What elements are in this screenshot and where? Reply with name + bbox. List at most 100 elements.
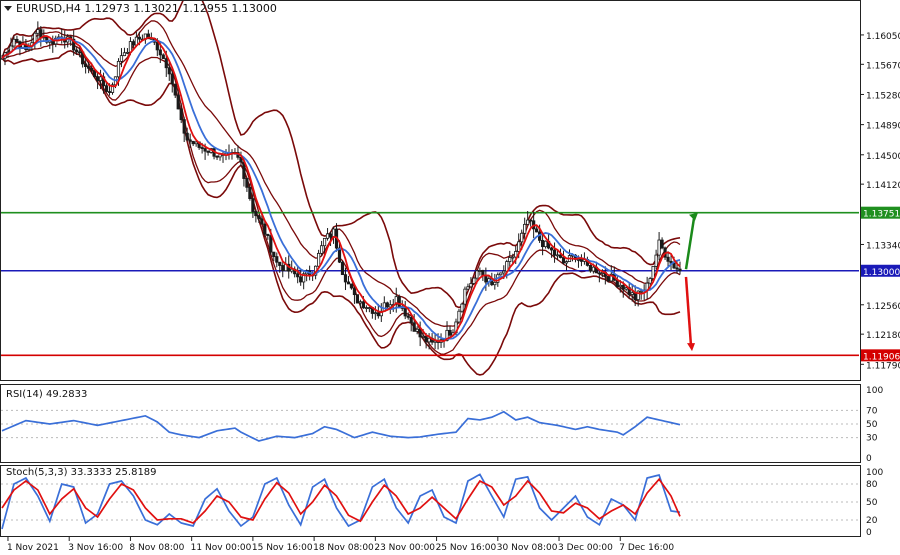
- level-price-label: 1.11906: [863, 352, 900, 362]
- candle-body: [167, 67, 171, 75]
- candle-body: [541, 239, 545, 248]
- candle-body: [185, 132, 189, 141]
- time-tick-label: 30 Nov 08:00: [497, 543, 558, 553]
- candle-body: [278, 261, 282, 266]
- candle-body: [591, 266, 595, 272]
- price-tick-label: 1.14500: [866, 152, 900, 162]
- candle-body: [36, 29, 40, 34]
- candle-body: [200, 147, 204, 149]
- candle-body: [15, 38, 19, 43]
- price-panel-frame: [0, 0, 861, 381]
- candle-body: [325, 233, 330, 239]
- time-tick-label: 3 Dec 00:00: [558, 543, 613, 553]
- candle-body: [648, 278, 652, 284]
- candle-body: [51, 40, 55, 45]
- candle-body: [176, 94, 180, 110]
- price-tick-label: 1.11790: [866, 361, 900, 371]
- candle-body: [263, 223, 267, 235]
- candle-body: [12, 38, 16, 47]
- candle-body: [179, 108, 183, 121]
- candle-body: [552, 249, 557, 256]
- candle-body: [675, 267, 679, 270]
- candle-body: [672, 262, 676, 269]
- candle-body: [472, 277, 476, 284]
- candle-body: [296, 273, 300, 278]
- candle-body: [272, 251, 276, 257]
- candle-body: [125, 51, 130, 54]
- candle-body: [457, 310, 461, 323]
- candle-body: [116, 60, 121, 78]
- candle-body: [624, 287, 628, 290]
- candle-body: [328, 233, 333, 238]
- time-tick-label: 18 Nov 08:00: [313, 543, 374, 553]
- time-tick-label: 3 Nov 16:00: [68, 543, 123, 553]
- candle-body: [78, 51, 82, 54]
- time-tick-label: 7 Dec 16:00: [619, 543, 674, 553]
- candle-body: [248, 186, 252, 200]
- candle-body: [191, 140, 195, 145]
- time-tick-label: 23 Nov 00:00: [374, 543, 435, 553]
- candle-body: [349, 283, 354, 289]
- time-tick-label: 1 Nov 2021: [7, 543, 59, 553]
- candle-body: [660, 239, 664, 249]
- candle-body: [104, 85, 109, 92]
- candle-body: [535, 228, 539, 233]
- candle-body: [406, 315, 410, 318]
- symbol-header: EURUSD,H4 1.12973 1.13021 1.12955 1.1300…: [16, 2, 277, 15]
- candle-body: [257, 215, 261, 220]
- time-tick-label: 11 Nov 00:00: [191, 543, 252, 553]
- candle-body: [618, 284, 622, 288]
- candle-body: [463, 288, 467, 305]
- candle-body: [678, 268, 682, 272]
- stoch-layer-tick-label: 20: [866, 516, 878, 526]
- candle-body: [502, 270, 506, 274]
- candle-body: [555, 254, 560, 257]
- candle-body: [188, 139, 192, 142]
- candle-body: [466, 286, 470, 290]
- price-tick-label: 1.14890: [866, 122, 900, 132]
- candle-body: [529, 219, 533, 222]
- candle-body: [508, 257, 512, 262]
- candle-body: [657, 239, 661, 256]
- candle-body: [299, 276, 303, 283]
- candle-body: [266, 233, 270, 236]
- candle-body: [493, 281, 497, 286]
- candle-body: [358, 301, 363, 304]
- candle-body: [621, 284, 625, 290]
- candle-body: [639, 290, 643, 293]
- candle-body: [131, 41, 136, 46]
- time-tick-label: 8 Nov 08:00: [129, 543, 184, 553]
- candle-body: [137, 36, 141, 40]
- candle-body: [182, 119, 186, 134]
- candle-body: [245, 178, 249, 188]
- candle-body: [561, 257, 566, 264]
- price-tick-label: 1.15280: [866, 91, 900, 101]
- candle-body: [415, 328, 419, 332]
- candle-body: [499, 272, 503, 276]
- candle-body: [654, 254, 658, 267]
- rsi-layer-tick-label: 0: [866, 454, 872, 464]
- candle-body: [173, 83, 177, 96]
- candle-body: [385, 302, 389, 308]
- candle-body: [346, 281, 351, 285]
- candle-body: [376, 312, 380, 317]
- candle-body: [319, 245, 324, 254]
- rsi-label: RSI(14) 49.2833: [6, 389, 87, 400]
- candle-body: [84, 63, 88, 68]
- candle-body: [526, 219, 530, 225]
- candle-body: [606, 275, 610, 282]
- candle-body: [260, 218, 264, 225]
- candle-body: [576, 259, 581, 261]
- candle-body: [579, 259, 584, 262]
- candle-body: [107, 91, 112, 93]
- candle-body: [520, 232, 524, 243]
- candle-body: [403, 307, 407, 317]
- time-tick-label: 15 Nov 16:00: [252, 543, 313, 553]
- candle-body: [543, 240, 548, 248]
- stoch-layer-tick-label: 0: [866, 528, 872, 538]
- candle-body: [206, 150, 210, 153]
- price-tick-label: 1.14120: [866, 181, 900, 191]
- candle-body: [119, 55, 124, 62]
- candle-body: [523, 223, 527, 234]
- time-tick-label: 25 Nov 16:00: [436, 543, 497, 553]
